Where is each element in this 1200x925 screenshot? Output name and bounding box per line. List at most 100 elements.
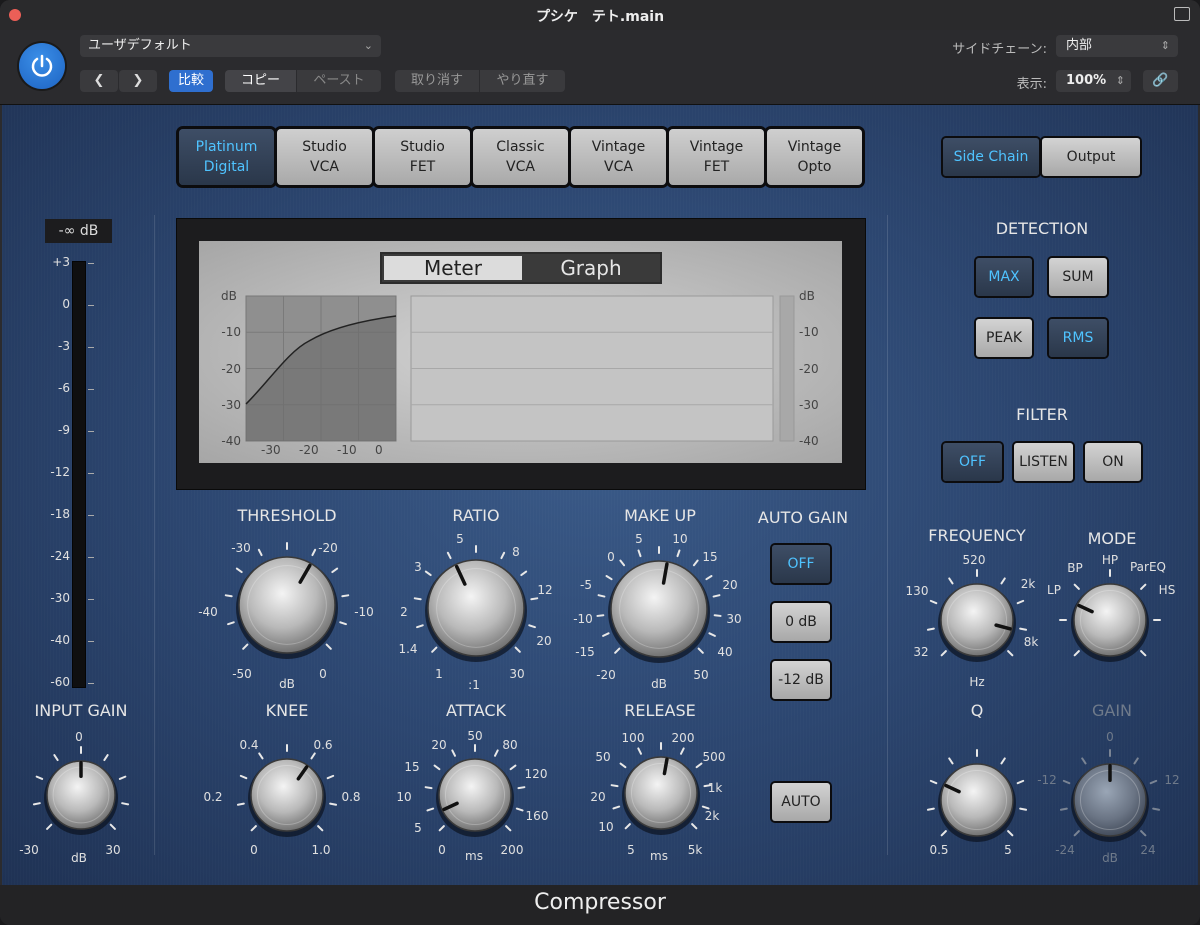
knob-tick[interactable] [926, 627, 935, 631]
knob-tick[interactable] [325, 643, 332, 650]
knob-tick[interactable] [1133, 757, 1139, 765]
knob-attack[interactable] [424, 744, 526, 837]
knob-tick[interactable] [1073, 650, 1080, 657]
knob-pointer[interactable] [662, 757, 669, 776]
knob-tick[interactable] [612, 805, 621, 810]
compare-button[interactable]: 比較 [169, 70, 213, 92]
knob-tick[interactable] [695, 762, 703, 769]
auto-gain-minus12db-button[interactable]: -12 dB [772, 661, 830, 699]
filter-listen-button[interactable]: LISTEN [1014, 443, 1073, 481]
knob-tick[interactable] [530, 597, 539, 601]
knob-tick[interactable] [121, 802, 130, 806]
knob-input-gain[interactable] [32, 746, 130, 835]
knob-tick[interactable] [1016, 779, 1025, 785]
knob-tick[interactable] [235, 567, 243, 574]
knob-tick[interactable] [118, 775, 127, 780]
redo-button[interactable]: やり直す [480, 70, 565, 92]
knob-cap[interactable] [940, 763, 1014, 837]
knob-tick[interactable] [509, 764, 517, 771]
knob-tick[interactable] [514, 646, 521, 653]
preset-select[interactable]: ユーザデフォルト ⌄ [80, 35, 381, 57]
knob-tick[interactable] [326, 774, 335, 780]
knob-tick[interactable] [528, 624, 536, 629]
knob-tick[interactable] [1007, 830, 1014, 837]
knob-tick[interactable] [1016, 599, 1025, 605]
filter-off-button[interactable]: OFF [943, 443, 1002, 481]
knob-tick[interactable] [32, 802, 41, 806]
knob-tick[interactable] [416, 624, 424, 629]
knob-tick[interactable] [1019, 627, 1028, 631]
knob-cap[interactable] [940, 583, 1014, 657]
next-preset-button[interactable]: ❯ [119, 70, 157, 92]
knob-tick[interactable] [426, 807, 435, 812]
knob-tick[interactable] [619, 762, 627, 769]
undo-button[interactable]: 取り消す [395, 70, 479, 92]
sidechain-select[interactable]: 内部 ⇕ [1056, 35, 1178, 57]
knob-tick[interactable] [242, 643, 249, 650]
knob-tick[interactable] [236, 802, 245, 806]
knob-tick[interactable] [940, 650, 947, 657]
knob-tick[interactable] [624, 823, 631, 830]
knob-tick[interactable] [610, 784, 619, 788]
knob-tick[interactable] [637, 747, 643, 755]
knob-tick[interactable] [520, 570, 528, 577]
paste-button[interactable]: ペースト [297, 70, 381, 92]
knob-tick[interactable] [109, 823, 116, 830]
knob-cap[interactable] [624, 756, 698, 830]
knob-tick[interactable] [258, 752, 264, 760]
knob-cap[interactable] [238, 556, 336, 654]
knob-knee[interactable] [236, 744, 338, 837]
knob-mode[interactable] [1059, 569, 1161, 662]
knob-tick[interactable] [239, 774, 248, 780]
auto-gain-off-button[interactable]: OFF [772, 545, 830, 583]
knob-tick[interactable] [446, 551, 452, 560]
filter-on-button[interactable]: ON [1085, 443, 1141, 481]
link-button[interactable]: 🔗 [1143, 70, 1178, 92]
knob-make-up[interactable] [596, 546, 722, 663]
knob-tick[interactable] [1073, 830, 1080, 837]
knob-tick[interactable] [339, 621, 347, 626]
knob-threshold[interactable] [224, 542, 350, 659]
knob-tick[interactable] [341, 594, 350, 598]
knob-tick[interactable] [712, 594, 721, 598]
copy-button[interactable]: コピー [225, 70, 296, 92]
expand-icon[interactable] [1174, 7, 1190, 21]
knob-tick[interactable] [597, 594, 606, 598]
knob-tick[interactable] [929, 599, 938, 605]
knob-tick[interactable] [1007, 650, 1014, 657]
knob-tick[interactable] [1081, 757, 1087, 765]
knob-tick[interactable] [1073, 583, 1080, 590]
knob-tick[interactable] [697, 647, 704, 654]
knob-cap[interactable] [427, 559, 525, 657]
knob-tick[interactable] [940, 830, 947, 837]
knob-cap[interactable] [250, 758, 324, 832]
knob-tick[interactable] [1059, 807, 1068, 811]
detection-sum-button[interactable]: SUM [1049, 258, 1107, 296]
knob-tick[interactable] [948, 577, 954, 585]
knob-tick[interactable] [505, 825, 512, 832]
detection-peak-button[interactable]: PEAK [976, 319, 1032, 357]
knob-tick[interactable] [331, 567, 339, 574]
knob-tick[interactable] [35, 775, 44, 780]
detection-rms-button[interactable]: RMS [1049, 319, 1107, 357]
detection-max-button[interactable]: MAX [976, 258, 1032, 296]
power-button[interactable] [19, 43, 65, 89]
view-zoom-select[interactable]: 100% ⇕ [1056, 70, 1131, 92]
knob-tick[interactable] [614, 647, 621, 654]
knob-cap[interactable] [1073, 583, 1147, 657]
knob-gain[interactable] [1059, 749, 1161, 842]
knob-cap[interactable] [610, 560, 708, 658]
knob-tick[interactable] [1152, 807, 1161, 811]
knob-tick[interactable] [433, 764, 441, 771]
knob-tick[interactable] [926, 807, 935, 811]
knob-tick[interactable] [676, 549, 681, 558]
knob-tick[interactable] [948, 757, 954, 765]
knob-tick[interactable] [250, 825, 257, 832]
knob-tick[interactable] [602, 632, 610, 637]
previous-preset-button[interactable]: ❮ [80, 70, 118, 92]
knob-tick[interactable] [424, 786, 433, 790]
knob-tick[interactable] [46, 823, 53, 830]
knob-tick[interactable] [103, 754, 109, 762]
knob-tick[interactable] [929, 779, 938, 785]
knob-tick[interactable] [224, 594, 233, 598]
